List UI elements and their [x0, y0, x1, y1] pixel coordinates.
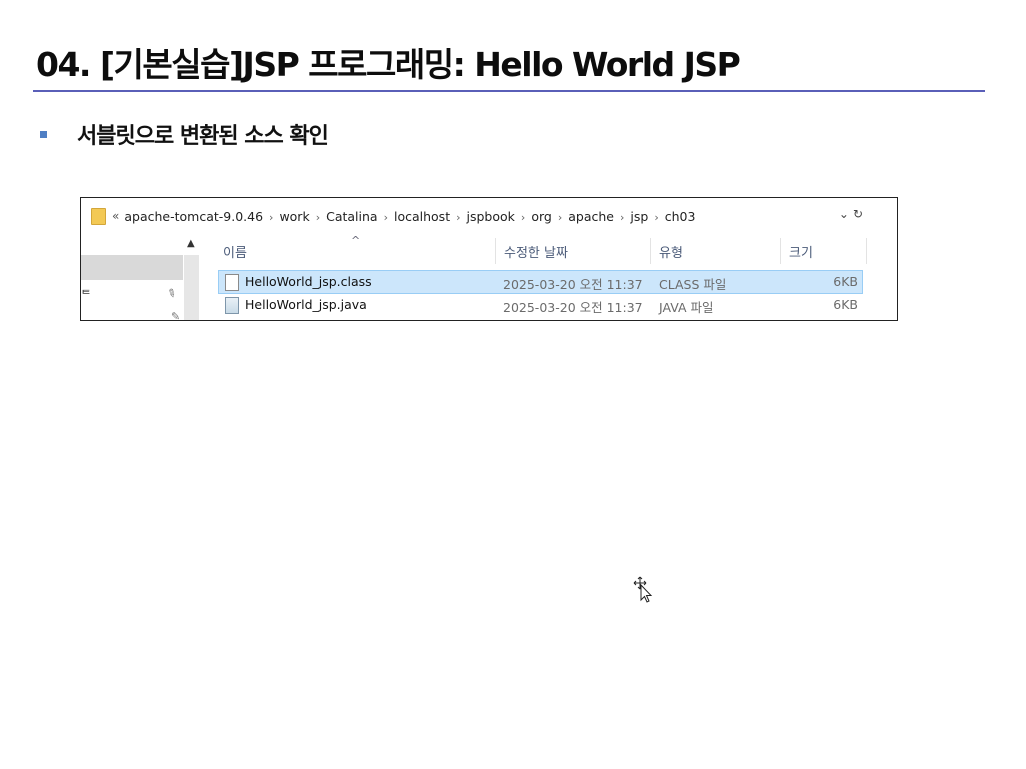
file-name: HelloWorld_jsp.class	[245, 274, 372, 289]
breadcrumb-item[interactable]: org	[531, 209, 552, 224]
breadcrumb-overflow[interactable]: «	[112, 209, 119, 223]
column-header-name[interactable]: 이름	[223, 242, 247, 261]
breadcrumb-item[interactable]: Catalina	[326, 209, 377, 224]
breadcrumb-separator-icon[interactable]: ›	[384, 211, 388, 224]
column-divider[interactable]	[866, 238, 867, 264]
breadcrumb-separator-icon[interactable]: ›	[456, 211, 460, 224]
breadcrumb-item[interactable]: apache-tomcat-9.0.46	[124, 209, 263, 224]
breadcrumb-item[interactable]: ch03	[665, 209, 696, 224]
address-bar[interactable]: « apache-tomcat-9.0.46 › work › Catalina › loc…	[91, 205, 885, 227]
breadcrumb-separator-icon[interactable]: ›	[269, 211, 273, 224]
navigation-pane[interactable]: ▲ ᄐ ✎ ✎	[81, 232, 201, 320]
breadcrumb-separator-icon[interactable]: ›	[620, 211, 624, 224]
column-divider[interactable]	[650, 238, 651, 264]
breadcrumb-separator-icon[interactable]: ›	[521, 211, 525, 224]
refresh-icon[interactable]: ↻	[853, 207, 863, 221]
file-size: 6KB	[833, 274, 858, 289]
breadcrumb-item[interactable]: jsp	[630, 209, 648, 224]
column-header-date[interactable]: 수정한 날짜	[504, 242, 568, 261]
address-dropdown-icon[interactable]: ⌄	[839, 207, 849, 221]
file-row[interactable]: HelloWorld_jsp.java 2025-03-20 오전 11:37 …	[219, 294, 862, 316]
java-file-icon	[225, 297, 239, 314]
pin-icon[interactable]: ✎	[171, 310, 180, 320]
bullet-item: 서블릿으로 변환된 소스 확인	[40, 118, 329, 150]
breadcrumb-item[interactable]: work	[279, 209, 309, 224]
sort-ascending-icon: ^	[351, 234, 361, 247]
file-date: 2025-03-20 오전 11:37	[503, 300, 643, 315]
breadcrumb-item[interactable]: jspbook	[467, 209, 515, 224]
folder-icon	[91, 207, 106, 225]
scroll-up-icon[interactable]: ▲	[187, 238, 195, 249]
bullet-text: 서블릿으로 변환된 소스 확인	[77, 124, 329, 149]
column-headers: 이름 ^ 수정한 날짜 유형 크기	[221, 234, 881, 264]
file-date: 2025-03-20 오전 11:37	[503, 277, 643, 292]
breadcrumb-separator-icon[interactable]: ›	[558, 211, 562, 224]
class-file-icon	[225, 274, 239, 291]
nav-scrollbar[interactable]	[184, 255, 199, 320]
nav-selected-item[interactable]	[81, 255, 183, 280]
slide-title: 04. [기본실습]JSP 프로그래밍: Hello World JSP	[36, 45, 741, 84]
pin-icon[interactable]: ✎	[164, 286, 178, 302]
breadcrumb-separator-icon[interactable]: ›	[316, 211, 320, 224]
column-header-type[interactable]: 유형	[659, 242, 683, 261]
title-divider	[33, 90, 985, 92]
file-name: HelloWorld_jsp.java	[245, 297, 367, 312]
file-size: 6KB	[833, 297, 858, 312]
column-divider[interactable]	[495, 238, 496, 264]
column-divider[interactable]	[780, 238, 781, 264]
breadcrumb-item[interactable]: apache	[568, 209, 614, 224]
move-cursor-icon	[633, 576, 653, 603]
breadcrumb-item[interactable]: localhost	[394, 209, 450, 224]
file-type: JAVA 파일	[659, 300, 714, 315]
file-explorer-screenshot: « apache-tomcat-9.0.46 › work › Catalina › loc…	[80, 197, 898, 321]
nav-item-fragment[interactable]: ᄐ	[81, 286, 91, 302]
breadcrumb: apache-tomcat-9.0.46 › work › Catalina › local…	[124, 209, 695, 224]
file-row[interactable]: HelloWorld_jsp.class 2025-03-20 오전 11:37…	[218, 270, 863, 294]
bullet-marker-icon	[40, 130, 47, 138]
file-type: CLASS 파일	[659, 277, 727, 292]
breadcrumb-separator-icon[interactable]: ›	[654, 211, 658, 224]
column-header-size[interactable]: 크기	[789, 242, 813, 261]
